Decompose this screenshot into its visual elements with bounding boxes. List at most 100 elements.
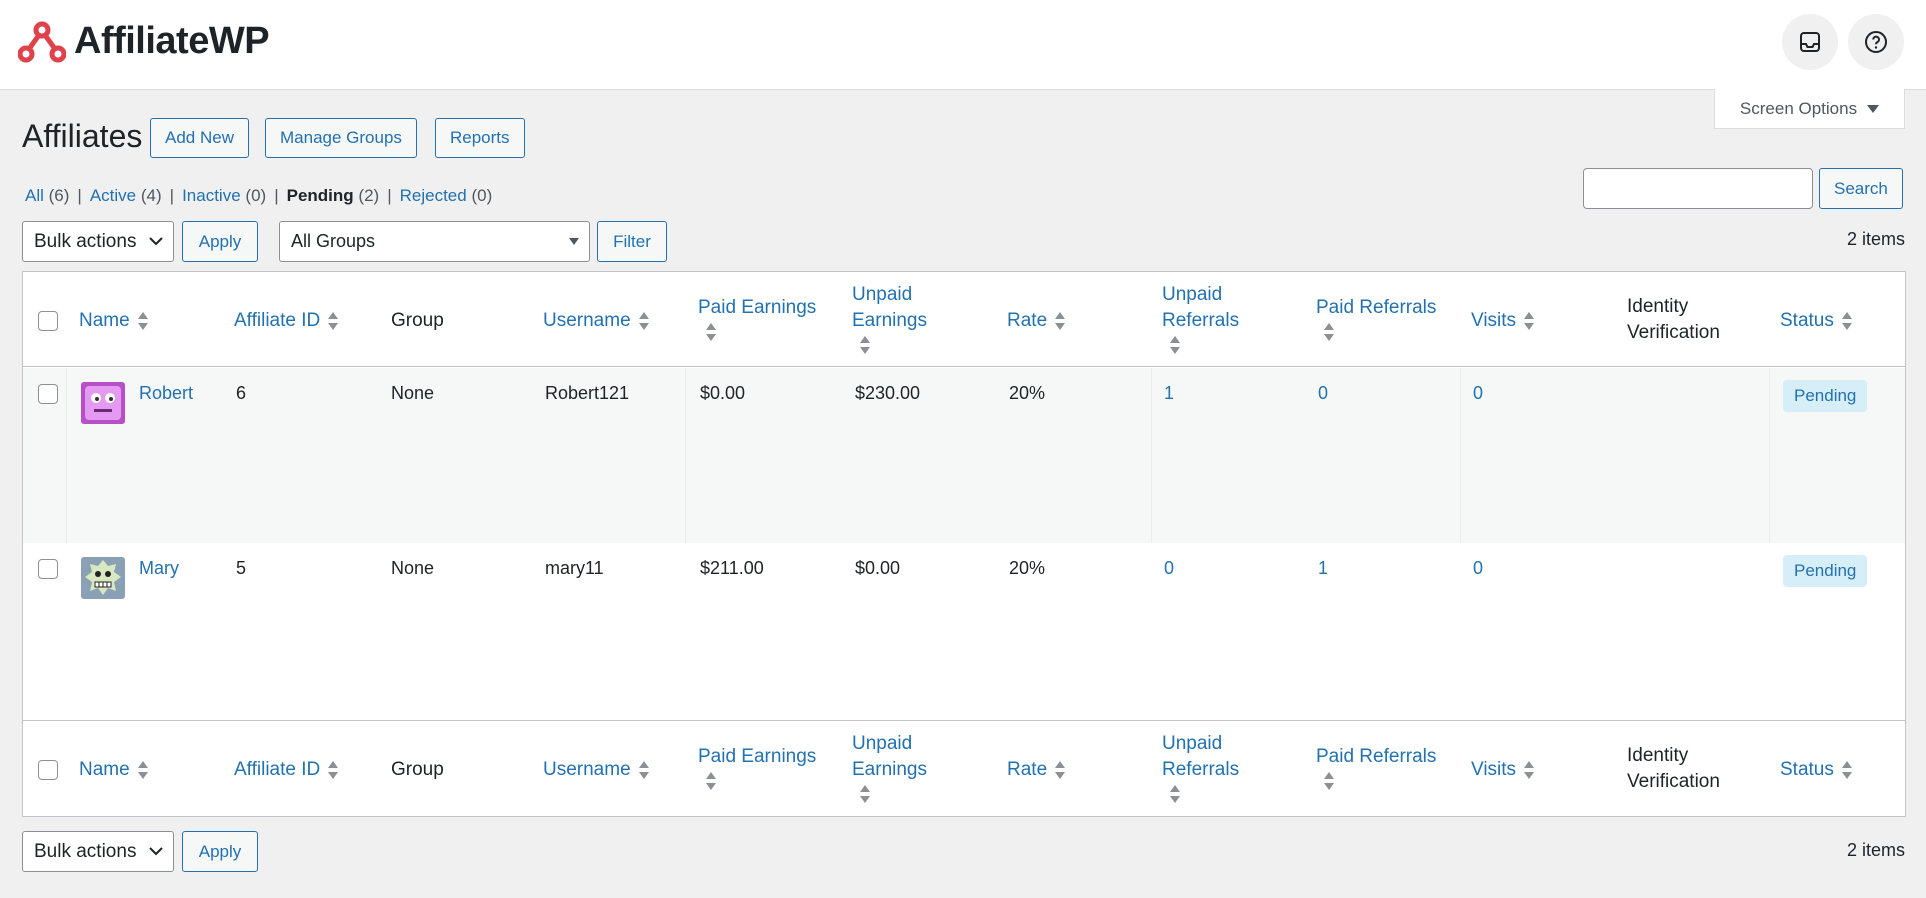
column-rate[interactable]: Rate [1007,308,1066,334]
apply-button-top[interactable]: Apply [182,221,258,262]
table-row: Robert 6 None Robert121 $0.00 $230.00 20… [23,368,1905,543]
sort-icon [1170,785,1180,803]
column-affiliate-id[interactable]: Affiliate ID [234,308,339,334]
search-button[interactable]: Search [1819,168,1903,209]
groups-select-value: All Groups [291,231,376,251]
visits-link[interactable]: 0 [1473,558,1483,579]
bulk-actions-select-bottom[interactable]: Bulk actions [22,831,174,872]
column-paid-referrals[interactable]: Paid Referrals [1316,295,1436,341]
column-visits[interactable]: Visits [1471,757,1535,783]
groups-select[interactable]: All Groups [279,221,590,262]
affiliate-name-link[interactable]: Mary [139,558,179,579]
green-monster-avatar [81,557,125,599]
sort-icon [137,311,148,330]
triangle-down-icon [1867,104,1880,113]
sort-icon [1055,311,1066,330]
screen-options-toggle[interactable]: Screen Options [1714,89,1905,129]
filter-button[interactable]: Filter [597,221,667,262]
sort-icon [706,772,716,790]
apply-button-bottom[interactable]: Apply [182,831,258,872]
column-paid-referrals[interactable]: Paid Referrals [1316,744,1436,790]
column-identity-verification: Identity Verification [1627,294,1720,346]
column-affiliate-id-label: Affiliate ID [234,310,321,331]
column-unpaid-referrals[interactable]: Unpaid Referrals [1162,282,1239,354]
affiliate-id: 6 [236,383,247,403]
manage-groups-button[interactable]: Manage Groups [265,118,417,158]
affiliate-name-link[interactable]: Robert [139,383,193,404]
row-checkbox[interactable] [38,384,58,404]
inbox-button[interactable] [1782,14,1838,70]
column-paid-referrals-label: Paid Referrals [1316,746,1437,767]
unpaid-earnings: $230.00 [855,383,921,403]
column-paid-earnings[interactable]: Paid Earnings [698,295,816,341]
column-username[interactable]: Username [543,308,649,334]
logo-mark-icon [18,21,66,62]
column-unpaid-referrals-label-2: Referrals [1162,759,1240,780]
column-unpaid-referrals[interactable]: Unpaid Referrals [1162,731,1239,803]
column-name[interactable]: Name [79,308,148,334]
paid-earnings: $211.00 [700,558,764,578]
column-unpaid-earnings[interactable]: Unpaid Earnings [852,731,927,803]
column-name[interactable]: Name [79,757,148,783]
column-identity-label-2: Verification [1627,771,1720,792]
unpaid-earnings: $0.00 [855,558,901,578]
column-rate[interactable]: Rate [1007,757,1066,783]
column-unpaid-earnings-label-1: Unpaid [852,733,913,754]
affiliate-id: 5 [236,558,247,578]
bulk-actions-select-top[interactable]: Bulk actions [22,221,174,262]
column-status-label: Status [1780,759,1834,780]
select-all-checkbox[interactable] [38,311,58,331]
view-pending-link[interactable]: Pending [287,186,354,205]
view-all-count: (6) [48,186,70,205]
paid-referrals-link[interactable]: 1 [1318,558,1328,579]
column-rate-label: Rate [1007,759,1048,780]
view-active-link[interactable]: Active [90,186,136,205]
column-affiliate-id[interactable]: Affiliate ID [234,757,339,783]
status-views: All (6) | Active (4) | Inactive (0) | Pending … [25,186,493,205]
help-button[interactable] [1848,14,1904,70]
column-visits[interactable]: Visits [1471,308,1535,334]
column-identity-label-2: Verification [1627,322,1720,343]
affiliatewp-logo[interactable]: AffiliateWP [18,20,270,63]
column-status[interactable]: Status [1780,308,1852,334]
top-bar: AffiliateWP [0,0,1926,90]
chevron-down-icon [149,237,163,246]
column-unpaid-earnings-label-1: Unpaid [852,284,913,305]
sort-icon [1170,336,1180,354]
column-name-label: Name [79,310,130,331]
column-visits-label: Visits [1471,310,1517,331]
search-input[interactable] [1583,168,1813,209]
chevron-down-icon [149,847,163,856]
column-paid-earnings[interactable]: Paid Earnings [698,744,816,790]
affiliate-username: Robert121 [545,383,630,403]
add-new-button[interactable]: Add New [150,118,249,158]
view-inactive-count: (0) [245,186,267,205]
sort-icon [1324,323,1334,341]
column-unpaid-earnings[interactable]: Unpaid Earnings [852,282,927,354]
column-username[interactable]: Username [543,757,649,783]
column-identity-verification: Identity Verification [1627,743,1720,795]
sort-icon [1841,311,1852,330]
sort-icon [706,323,716,341]
sort-icon [1055,760,1066,779]
reports-button[interactable]: Reports [435,118,525,158]
row-checkbox[interactable] [38,559,58,579]
paid-referrals-link[interactable]: 0 [1318,383,1328,404]
view-all-link[interactable]: All [25,186,44,205]
triangle-down-icon [569,238,579,245]
column-status[interactable]: Status [1780,757,1852,783]
rate: 20% [1009,383,1046,403]
sort-icon [638,311,649,330]
rate: 20% [1009,558,1046,578]
column-username-label: Username [543,759,631,780]
view-inactive-link[interactable]: Inactive [182,186,241,205]
column-status-label: Status [1780,310,1834,331]
unpaid-referrals-link[interactable]: 0 [1164,558,1174,579]
unpaid-referrals-link[interactable]: 1 [1164,383,1174,404]
view-rejected-link[interactable]: Rejected [400,186,467,205]
sort-icon [328,760,339,779]
visits-link[interactable]: 0 [1473,383,1483,404]
select-all-checkbox[interactable] [38,760,58,780]
sort-icon [1841,760,1852,779]
column-visits-label: Visits [1471,759,1517,780]
